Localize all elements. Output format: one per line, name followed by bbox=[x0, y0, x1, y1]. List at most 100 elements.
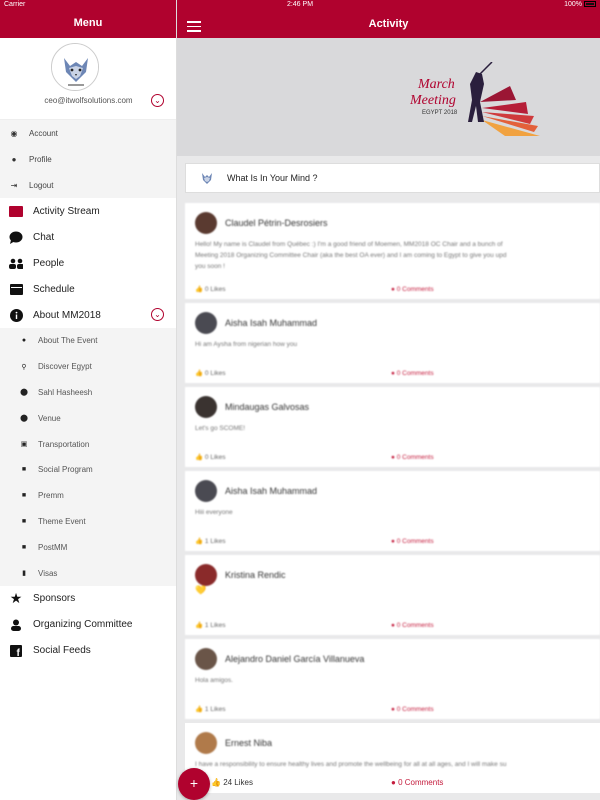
avatar bbox=[195, 212, 217, 234]
like-button[interactable]: 👍 0 Likes bbox=[195, 453, 226, 461]
avatar bbox=[195, 312, 217, 334]
like-button[interactable]: 👍 0 Likes bbox=[195, 369, 226, 377]
profile-label: Profile bbox=[29, 154, 52, 164]
comment-button[interactable]: ● 0 Comments bbox=[391, 778, 443, 787]
account-menu-item[interactable]: ◉ Account bbox=[0, 120, 176, 146]
sidebar-item-label: Discover Egypt bbox=[38, 362, 92, 372]
sidebar-item-premm[interactable]: ■ Premm bbox=[0, 483, 176, 509]
post-author[interactable]: Aisha Isah Muhammad bbox=[225, 318, 317, 328]
activity-stream-icon bbox=[9, 204, 23, 218]
likes-count: 0 Likes bbox=[204, 286, 226, 293]
like-button[interactable]: 👍 1 Likes bbox=[195, 705, 226, 713]
post-author[interactable]: Kristina Rendic bbox=[225, 570, 286, 580]
likes-count: 24 Likes bbox=[223, 778, 253, 787]
clock-label: 2:46 PM bbox=[286, 1, 314, 8]
comments-count: 0 Comments bbox=[396, 286, 434, 293]
sidebar-item-label: People bbox=[33, 257, 65, 269]
sidebar-item-social-feeds[interactable]: f Social Feeds bbox=[0, 638, 176, 664]
activity-feed: What Is In Your Mind ? Claudel Pétrin-De… bbox=[177, 163, 600, 793]
sidebar-item-sponsors[interactable]: ★ Sponsors bbox=[0, 586, 176, 612]
document-icon: ▮ bbox=[22, 570, 26, 578]
sidebar-item-sahl-hasheesh[interactable]: ⬤ Sahl Hasheesh bbox=[0, 380, 176, 406]
logout-menu-item[interactable]: ⇥ Logout bbox=[0, 172, 176, 198]
post-card[interactable]: Claudel Pétrin-Desrosiers Hello! My name… bbox=[185, 203, 600, 299]
battery-indicator: 100% bbox=[564, 1, 596, 8]
avatar bbox=[195, 396, 217, 418]
sidebar-item-about[interactable]: About MM2018 ⌄ bbox=[0, 302, 176, 328]
post-author[interactable]: Ernest Niba bbox=[225, 738, 272, 748]
post-author[interactable]: Alejandro Daniel García Villanueva bbox=[225, 654, 364, 664]
wolf-logo-icon bbox=[52, 44, 98, 90]
post-author[interactable]: Claudel Pétrin-Desrosiers bbox=[225, 218, 328, 228]
status-bar: Carrier 2:46 PM 100% bbox=[0, 0, 600, 10]
post-author[interactable]: Mindaugas Galvosas bbox=[225, 402, 309, 412]
sidebar-item-label: PostMM bbox=[38, 542, 68, 552]
sidebar-item-social-program[interactable]: ■ Social Program bbox=[0, 457, 176, 483]
sidebar-item-label: Premm bbox=[38, 491, 64, 501]
sidebar-item-label: Visas bbox=[38, 568, 58, 578]
post-card[interactable]: Aisha Isah Muhammad Hi am Aysha from nig… bbox=[185, 303, 600, 383]
battery-icon bbox=[584, 1, 596, 8]
logout-icon: ⇥ bbox=[10, 180, 18, 190]
profile-expand-chevron-icon[interactable]: ⌄ bbox=[151, 94, 164, 107]
sidebar-item-label: Schedule bbox=[33, 283, 75, 295]
sidebar-item-activity-stream[interactable]: Activity Stream bbox=[0, 198, 176, 224]
comment-button[interactable]: ● 0 Comments bbox=[391, 370, 434, 377]
chat-icon bbox=[9, 230, 23, 244]
sidebar-item-theme-event[interactable]: ■ Theme Event bbox=[0, 509, 176, 535]
post-text: Hiii everyone bbox=[195, 509, 233, 516]
sidebar-item-label: Sahl Hasheesh bbox=[38, 387, 93, 397]
sidebar-item-schedule[interactable]: Schedule bbox=[0, 276, 176, 302]
like-button[interactable]: 👍 1 Likes bbox=[195, 621, 226, 629]
battery-label: 100% bbox=[564, 1, 582, 8]
post-text: Hi am Aysha from nigerian how you bbox=[195, 341, 298, 348]
sidebar-item-about-the-event[interactable]: ● About The Event bbox=[0, 328, 176, 354]
comment-button[interactable]: ● 0 Comments bbox=[391, 538, 434, 545]
like-button[interactable]: 👍 24 Likes bbox=[211, 778, 253, 787]
facebook-icon: f bbox=[9, 644, 23, 658]
sidebar-item-discover-egypt[interactable]: ⚲ Discover Egypt bbox=[0, 354, 176, 380]
post-text-line: Hello! My name is Claudel from Québec :)… bbox=[195, 241, 503, 248]
heart-emoji: 💛 bbox=[195, 585, 207, 595]
briefcase-icon: ■ bbox=[21, 466, 27, 474]
sidebar-item-label: Transportation bbox=[38, 439, 90, 449]
about-expand-chevron-icon[interactable]: ⌄ bbox=[151, 308, 164, 321]
post-card[interactable]: Alejandro Daniel García Villanueva Hola … bbox=[185, 639, 600, 719]
sidebar-item-transportation[interactable]: ▣ Transportation bbox=[0, 431, 176, 457]
comment-button[interactable]: ● 0 Comments bbox=[391, 706, 434, 713]
sidebar-item-chat[interactable]: Chat bbox=[0, 224, 176, 250]
compose-post-input[interactable]: What Is In Your Mind ? bbox=[185, 163, 600, 193]
comment-button[interactable]: ● 0 Comments bbox=[391, 622, 434, 629]
profile-menu-item[interactable]: ● Profile bbox=[0, 146, 176, 172]
sidebar-item-label: About The Event bbox=[38, 336, 98, 346]
sidebar-item-venue[interactable]: ⬤ Venue bbox=[0, 405, 176, 431]
banner-line3: EGYPT 2018 bbox=[422, 110, 458, 116]
avatar[interactable] bbox=[51, 43, 99, 91]
post-card[interactable]: Ernest Niba I have a responsibility to e… bbox=[185, 723, 600, 793]
like-button[interactable]: 👍 1 Likes bbox=[195, 537, 226, 545]
post-card[interactable]: Mindaugas Galvosas Let's go SCOME! 👍 0 L… bbox=[185, 387, 600, 467]
post-author[interactable]: Aisha Isah Muhammad bbox=[225, 486, 317, 496]
sidebar-item-label: Chat bbox=[33, 231, 55, 243]
post-text: Hola amigos. bbox=[195, 677, 233, 684]
add-post-button[interactable]: + bbox=[178, 768, 210, 800]
avatar bbox=[195, 648, 217, 670]
sidebar-item-organizing-committee[interactable]: Organizing Committee bbox=[0, 612, 176, 638]
post-card[interactable]: Kristina Rendic 💛 👍 1 Likes ● 0 Comments bbox=[185, 555, 600, 635]
like-button[interactable]: 👍 0 Likes bbox=[195, 285, 226, 293]
sidebar-item-postmm[interactable]: ■ PostMM bbox=[0, 534, 176, 560]
sidebar-item-people[interactable]: People bbox=[0, 250, 176, 276]
likes-count: 0 Likes bbox=[204, 370, 226, 377]
comment-button[interactable]: ● 0 Comments bbox=[391, 286, 434, 293]
comments-count: 0 Comments bbox=[396, 454, 434, 461]
post-card[interactable]: Aisha Isah Muhammad Hiii everyone 👍 1 Li… bbox=[185, 471, 600, 551]
search-icon: ⚲ bbox=[21, 363, 27, 371]
map-pin-icon: ⬤ bbox=[20, 415, 28, 423]
person-icon bbox=[9, 618, 23, 632]
likes-count: 1 Likes bbox=[204, 622, 226, 629]
info-icon: ● bbox=[21, 337, 27, 345]
logout-label: Logout bbox=[29, 180, 54, 190]
sidebar-item-label: Social Program bbox=[38, 465, 93, 475]
comment-button[interactable]: ● 0 Comments bbox=[391, 454, 434, 461]
sidebar-item-visas[interactable]: ▮ Visas bbox=[0, 560, 176, 586]
